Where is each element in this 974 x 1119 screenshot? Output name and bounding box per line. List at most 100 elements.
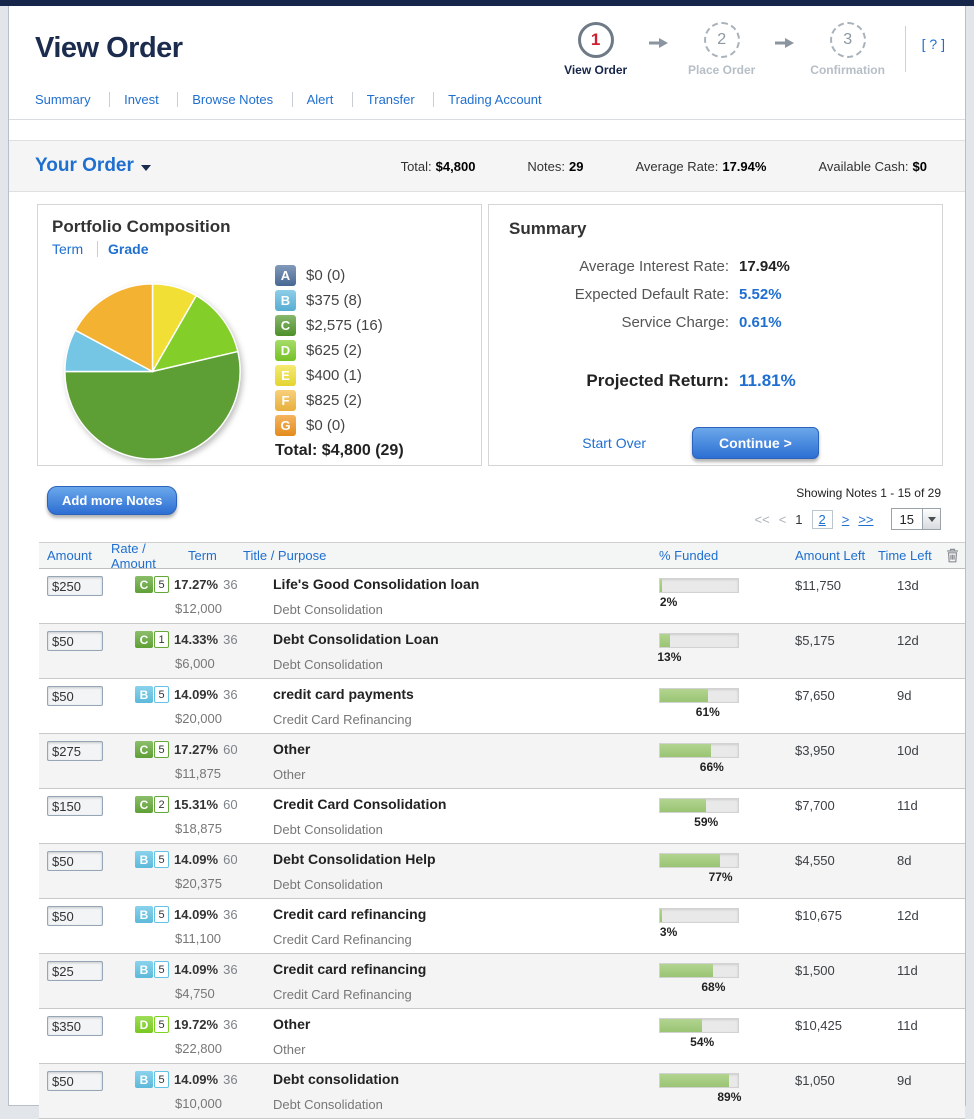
pagination-page-2[interactable]: 2 bbox=[812, 510, 833, 529]
note-amount-input[interactable] bbox=[47, 1071, 103, 1091]
pagination-last[interactable]: >> bbox=[858, 512, 873, 527]
grade-badge: C 5 bbox=[135, 741, 169, 758]
step-circle: 3 bbox=[830, 22, 866, 58]
note-title[interactable]: Life's Good Consolidation loan bbox=[273, 576, 609, 592]
note-purpose: Credit Card Refinancing bbox=[273, 987, 609, 1002]
funded-percent-label: 54% bbox=[690, 1035, 714, 1049]
column-header-title-purpose[interactable]: Title / Purpose bbox=[243, 548, 609, 563]
loan-total: $11,100 bbox=[175, 931, 265, 946]
note-amount-input[interactable] bbox=[47, 961, 103, 981]
grade-letter: E bbox=[281, 368, 290, 383]
note-amount-input[interactable] bbox=[47, 1016, 103, 1036]
note-title[interactable]: Other bbox=[273, 1016, 609, 1032]
nav-link[interactable]: Summary bbox=[35, 92, 91, 107]
portfolio-body: A $0 (0) B $375 (8) C $2,575 (16) bbox=[52, 263, 467, 469]
pagination-next[interactable]: > bbox=[842, 512, 850, 527]
portfolio-tab[interactable]: Grade bbox=[97, 241, 148, 257]
rate-value: 17.27% bbox=[174, 577, 218, 592]
column-header-rate-amount[interactable]: Rate / Amount bbox=[111, 541, 188, 571]
loan-total: $6,000 bbox=[175, 656, 265, 671]
funded-bar: 59% bbox=[659, 798, 739, 813]
progress-steps: 1 View Order 2 Place Order bbox=[555, 22, 945, 77]
summary-row: Expected Default Rate: 5.52% bbox=[509, 281, 922, 309]
showing-notes-text: Showing Notes 1 - 15 of 29 bbox=[755, 486, 942, 500]
note-amount-input[interactable] bbox=[47, 686, 103, 706]
your-order-dropdown[interactable]: Your Order bbox=[35, 155, 151, 177]
column-header-term[interactable]: Term bbox=[188, 548, 243, 563]
nav-link[interactable]: Invest bbox=[109, 92, 159, 107]
portfolio-tab[interactable]: Term bbox=[52, 241, 83, 257]
portfolio-title: Portfolio Composition bbox=[52, 217, 467, 237]
grade-letter: A bbox=[281, 268, 290, 283]
note-title[interactable]: Debt Consolidation Loan bbox=[273, 631, 609, 647]
page-size-value: 15 bbox=[892, 512, 922, 527]
note-amount-input[interactable] bbox=[47, 796, 103, 816]
note-title[interactable]: Credit Card Consolidation bbox=[273, 796, 609, 812]
funded-percent-label: 59% bbox=[694, 815, 718, 829]
order-stat: Average Rate:17.94% bbox=[635, 159, 766, 174]
funded-percent-label: 68% bbox=[701, 980, 725, 994]
note-title[interactable]: Debt Consolidation Help bbox=[273, 851, 609, 867]
nav-link[interactable]: Browse Notes bbox=[177, 92, 273, 107]
funded-percent-label: 2% bbox=[660, 595, 677, 609]
page-size-select[interactable]: 15 bbox=[891, 508, 941, 530]
note-title[interactable]: credit card payments bbox=[273, 686, 609, 702]
note-title[interactable]: Debt consolidation bbox=[273, 1071, 609, 1087]
row-trash-cell bbox=[939, 679, 965, 733]
funded-percent-label: 89% bbox=[717, 1090, 741, 1104]
stat-value: 29 bbox=[569, 159, 583, 174]
note-row: B 5 14.09% 36 $20,000 credit card paymen… bbox=[39, 679, 965, 734]
funded-bar-track bbox=[659, 688, 739, 703]
note-title[interactable]: Other bbox=[273, 741, 609, 757]
pagination-first[interactable]: << bbox=[755, 512, 770, 527]
nav-link[interactable]: Trading Account bbox=[433, 92, 541, 107]
main-nav: Summary Invest Browse Notes Alert Transf… bbox=[9, 77, 965, 120]
note-amount-input[interactable] bbox=[47, 851, 103, 871]
funded-bar: 2% bbox=[659, 578, 739, 593]
column-header-amount[interactable]: Amount bbox=[47, 548, 111, 563]
stat-value: $4,800 bbox=[436, 159, 476, 174]
note-amount-input[interactable] bbox=[47, 906, 103, 926]
table-header: Amount Rate / Amount Term Title / Purpos… bbox=[39, 542, 965, 569]
panels-row: Portfolio Composition Term Grade A $0 (0… bbox=[37, 204, 943, 466]
start-over-link[interactable]: Start Over bbox=[582, 435, 646, 451]
funded-bar-fill bbox=[660, 689, 708, 702]
trash-icon[interactable] bbox=[939, 548, 965, 563]
grade-swatch: A bbox=[275, 265, 296, 286]
add-more-notes-button[interactable]: Add more Notes bbox=[47, 486, 177, 515]
column-header-funded[interactable]: % Funded bbox=[609, 548, 759, 563]
column-header-amount-left[interactable]: Amount Left bbox=[759, 548, 869, 563]
step-circle: 2 bbox=[704, 22, 740, 58]
grade-badge-letter: B bbox=[135, 961, 153, 978]
grade-badge-letter: C bbox=[135, 576, 153, 593]
funded-bar-fill bbox=[660, 579, 662, 592]
loan-total: $11,875 bbox=[175, 766, 265, 781]
loan-total: $20,375 bbox=[175, 876, 265, 891]
grade-badge: B 5 bbox=[135, 851, 169, 868]
grade-badge: B 5 bbox=[135, 961, 169, 978]
funded-bar: 61% bbox=[659, 688, 739, 703]
note-amount-input[interactable] bbox=[47, 576, 103, 596]
note-title[interactable]: Credit card refinancing bbox=[273, 906, 609, 922]
help-link[interactable]: [ ? ] bbox=[922, 36, 945, 52]
grade-badge-subgrade: 5 bbox=[154, 961, 169, 978]
grade-badge-subgrade: 5 bbox=[154, 906, 169, 923]
time-left-value: 13d bbox=[869, 569, 939, 623]
pagination-prev[interactable]: < bbox=[779, 512, 787, 527]
legend-value: $0 (0) bbox=[306, 267, 345, 284]
column-header-time-left[interactable]: Time Left bbox=[869, 548, 939, 563]
note-amount-input[interactable] bbox=[47, 631, 103, 651]
pagination-page-current[interactable]: 1 bbox=[795, 512, 802, 527]
note-row: D 5 19.72% 36 $22,800 Other Other 54 bbox=[39, 1009, 965, 1064]
note-title[interactable]: Credit card refinancing bbox=[273, 961, 609, 977]
funded-bar: 89% bbox=[659, 1073, 739, 1088]
amount-left-value: $7,650 bbox=[759, 679, 869, 733]
nav-link[interactable]: Transfer bbox=[352, 92, 415, 107]
notes-header: Add more Notes Showing Notes 1 - 15 of 2… bbox=[47, 486, 941, 530]
continue-button[interactable]: Continue > bbox=[692, 427, 819, 459]
funded-bar-track bbox=[659, 798, 739, 813]
funded-percent-label: 61% bbox=[696, 705, 720, 719]
legend-item: G $0 (0) bbox=[275, 415, 404, 436]
nav-link[interactable]: Alert bbox=[292, 92, 334, 107]
note-amount-input[interactable] bbox=[47, 741, 103, 761]
